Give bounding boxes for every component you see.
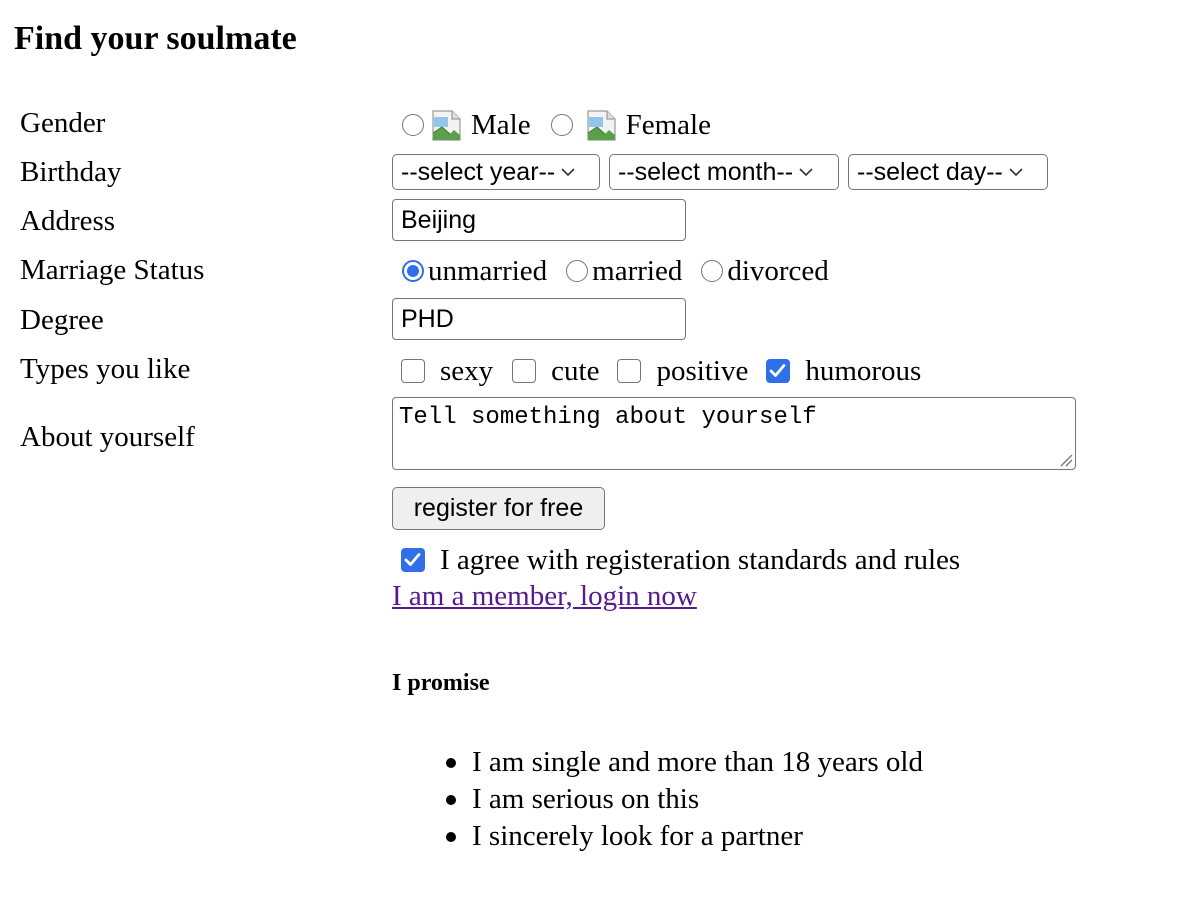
checkmark-icon — [404, 553, 421, 566]
degree-row: PHD — [392, 298, 686, 340]
type-positive-checkbox[interactable] — [617, 359, 642, 383]
chevron-down-icon — [561, 167, 575, 176]
about-placeholder: Tell something about yourself — [399, 404, 817, 431]
gender-row: Male Female — [392, 104, 711, 146]
address-label: Address — [20, 205, 116, 237]
type-sexy-checkbox[interactable] — [401, 359, 425, 383]
type-sexy-label: sexy — [440, 354, 494, 387]
gender-female-label: Female — [625, 108, 711, 141]
marriage-divorced-radio[interactable] — [701, 260, 724, 282]
gender-label: Gender — [20, 107, 106, 139]
type-humorous-label: humorous — [805, 354, 922, 387]
promise-list: I am single and more than 18 years old I… — [392, 744, 923, 855]
register-button[interactable]: register for free — [392, 487, 605, 530]
gender-male-radio[interactable] — [402, 114, 424, 136]
promise-heading: I promise — [392, 670, 490, 696]
gender-male-label: Male — [471, 108, 531, 141]
marriage-divorced-label: divorced — [727, 254, 829, 287]
chevron-down-icon — [799, 167, 813, 176]
birth-day-select[interactable]: --select day-- — [848, 154, 1048, 190]
address-input[interactable]: Beijing — [392, 199, 686, 241]
about-textarea[interactable]: Tell something about yourself — [392, 397, 1076, 470]
type-humorous-checkbox[interactable] — [766, 359, 791, 383]
type-cute-label: cute — [551, 354, 600, 387]
broken-image-icon — [432, 109, 461, 141]
checkmark-icon — [769, 364, 786, 377]
types-label: Types you like — [20, 353, 191, 385]
page-title: Find your soulmate — [14, 20, 297, 57]
registration-page: Find your soulmate Gender Birthday Addre… — [0, 0, 1178, 902]
about-label: About yourself — [20, 421, 195, 453]
birthday-label: Birthday — [20, 156, 122, 188]
agree-checkbox[interactable] — [401, 548, 425, 572]
marriage-status-label: Marriage Status — [20, 254, 205, 286]
agree-row: I agree with registeration standards and… — [392, 541, 960, 579]
list-item: I am single and more than 18 years old — [392, 744, 923, 781]
degree-input[interactable]: PHD — [392, 298, 686, 340]
marriage-status-row: unmarried married divorced — [392, 252, 829, 290]
birth-year-value: --select year-- — [401, 157, 556, 186]
birth-year-select[interactable]: --select year-- — [392, 154, 600, 190]
broken-image-icon — [586, 109, 616, 141]
gender-female-radio[interactable] — [550, 114, 573, 136]
list-item: I sincerely look for a partner — [392, 818, 923, 855]
address-row: Beijing — [392, 199, 686, 241]
resize-grip-icon[interactable] — [1057, 451, 1073, 467]
degree-label: Degree — [20, 304, 104, 336]
birthday-row: --select year-- --select month-- --selec… — [392, 154, 1048, 190]
agree-label: I agree with registeration standards and… — [440, 543, 961, 576]
birth-month-value: --select month-- — [618, 157, 794, 186]
marriage-unmarried-label: unmarried — [428, 254, 548, 287]
birth-day-value: --select day-- — [857, 157, 1003, 186]
birth-month-select[interactable]: --select month-- — [609, 154, 839, 190]
types-row: sexy cute positive humorous — [392, 352, 921, 390]
list-item: I am serious on this — [392, 781, 923, 818]
marriage-unmarried-radio[interactable] — [402, 260, 424, 282]
marriage-married-radio[interactable] — [566, 260, 589, 282]
chevron-down-icon — [1009, 167, 1023, 176]
type-positive-label: positive — [656, 354, 749, 387]
login-link[interactable]: I am a member, login now — [392, 579, 697, 613]
marriage-married-label: married — [592, 254, 683, 287]
type-cute-checkbox[interactable] — [512, 359, 537, 383]
